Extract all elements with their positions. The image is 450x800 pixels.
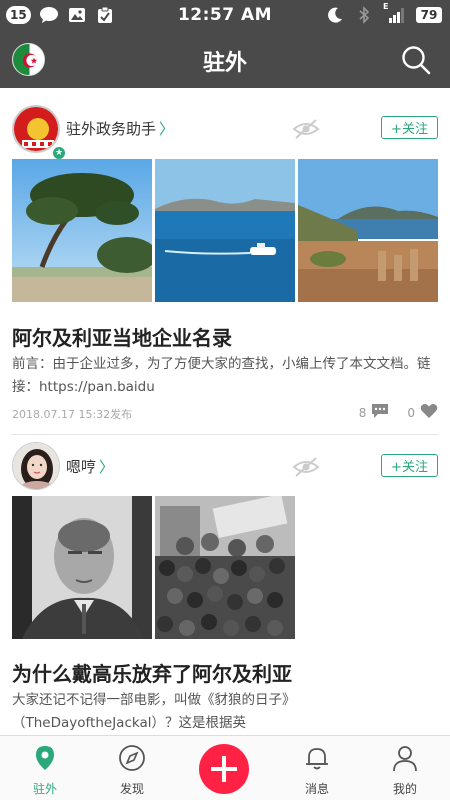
signal-icon: E [383,2,407,25]
author-name: 驻外政务助手 [66,120,157,138]
post-header: 嗯哼 〉 +关注 [0,434,450,500]
heart-icon [420,404,438,418]
follow-button[interactable]: +关注 [381,116,438,139]
nav-label: 我的 [392,782,417,796]
verified-badge-icon: ★ [52,146,66,160]
compass-icon [119,745,145,771]
nav-item-messages[interactable]: 消息 [272,736,362,800]
nav-item-discover[interactable]: 发现 [87,736,177,800]
post-excerpt[interactable]: 前言：由于企业过多，为了方便大家的查找，小编上传了本文文档。链接：https:/… [12,353,440,399]
author-name: 嗯哼 [66,458,97,476]
moon-icon [325,5,345,25]
nav-label: 驻外 [32,782,57,796]
nav-label: 发现 [119,782,144,796]
bluetooth-icon [354,5,374,25]
bell-icon [306,748,328,770]
post-image-sea[interactable] [155,159,295,302]
comment-button[interactable] [371,403,389,422]
post-title[interactable]: 为什么戴高乐放弃了阿尔及利亚 [12,658,292,687]
eye-off-icon [292,119,320,139]
author-name-link[interactable]: 嗯哼 〉 [66,456,114,477]
nav-label: 消息 [304,782,329,796]
search-icon [402,46,431,75]
plus-icon [211,756,237,782]
network-type-label: E [383,2,389,11]
post-card[interactable]: 嗯哼 〉 +关注 为什么戴高乐放弃了阿尔及利亚 大家还记不记得一部电影，叫做《豺… [0,434,450,731]
post-title[interactable]: 阿尔及利亚当地企业名录 [12,322,232,351]
follow-button[interactable]: +关注 [381,454,438,477]
comment-count: 8 [358,405,367,420]
author-avatar[interactable] [12,442,60,490]
post-image-ruins[interactable] [298,159,438,302]
nav-item-home[interactable]: 驻外 [0,736,90,800]
post-date: 2018.07.17 15:32发布 [12,408,133,421]
chevron-right-icon: 〉 [159,120,175,138]
like-count: 0 [407,405,415,420]
hide-post-button[interactable] [292,456,320,478]
comment-icon [372,404,389,418]
eye-off-icon [292,457,320,477]
post-image-crowd[interactable] [155,496,295,639]
person-icon [393,746,417,772]
post-image-portrait[interactable] [12,496,152,639]
battery-level: 79 [416,7,442,23]
post-header: ★ 驻外政务助手 〉 +关注 [0,98,450,164]
search-button[interactable] [400,44,432,76]
chevron-right-icon: 〉 [99,458,115,476]
author-avatar[interactable] [12,105,60,153]
location-pin-icon [36,746,54,770]
post-card[interactable]: ★ 驻外政务助手 〉 +关注 阿尔及利亚当地企业名录 前言：由于企业过多，为了方… [0,98,450,435]
bottom-navigation: 驻外 发现 消息 我的 [0,735,450,800]
page-title: 驻外 [202,51,247,76]
post-excerpt[interactable]: 大家还记不记得一部电影，叫做《豺狼的日子》（TheDayoftheJackal）… [12,689,440,735]
hide-post-button[interactable] [292,118,320,140]
author-name-link[interactable]: 驻外政务助手 〉 [66,118,174,139]
post-image-tree[interactable] [12,159,152,302]
post-feed[interactable]: ★ 驻外政务助手 〉 +关注 阿尔及利亚当地企业名录 前言：由于企业过多，为了方… [0,88,450,735]
post-stats: 8 0 [359,403,438,422]
add-post-button[interactable] [199,744,249,794]
like-button[interactable] [420,403,438,422]
title-bar: 驻外 [0,32,450,88]
nav-item-profile[interactable]: 我的 [360,736,450,800]
status-bar: 15 12:57 AM E 79 [0,0,450,32]
